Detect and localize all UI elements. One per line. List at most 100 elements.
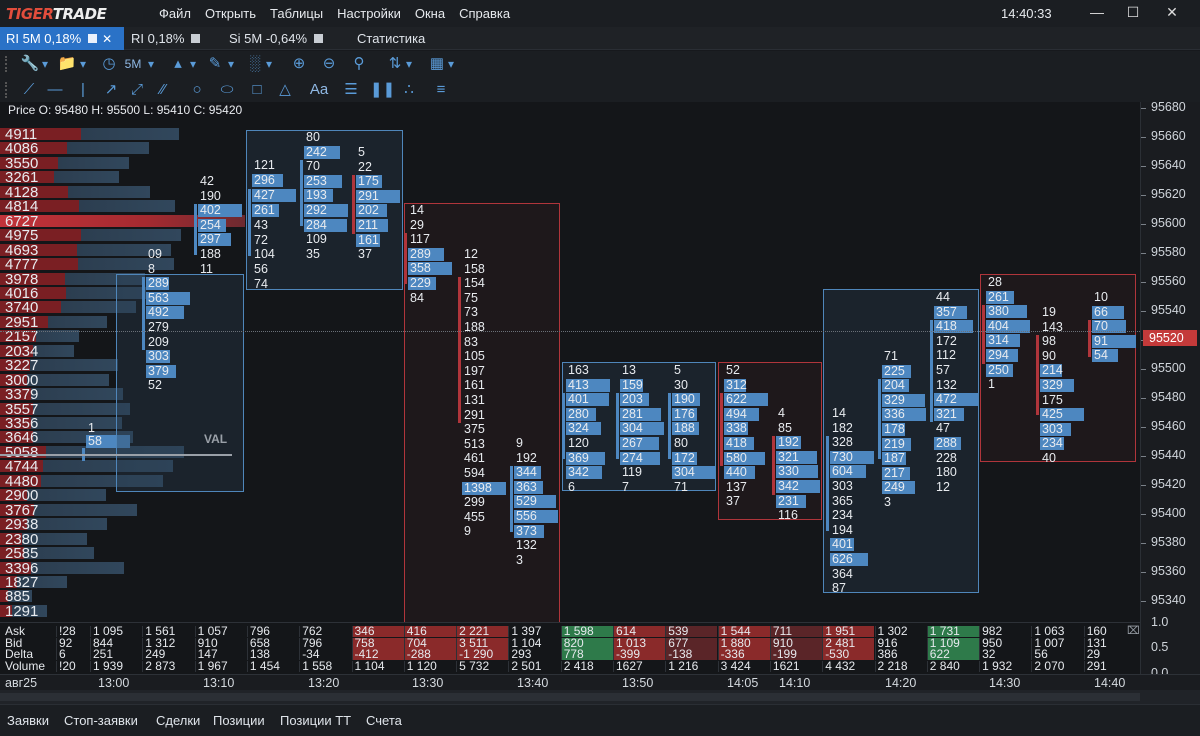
tab-trades[interactable]: Сделки [156, 713, 200, 728]
cluster-cell: 299 [464, 495, 485, 510]
timeframe-label[interactable]: 5M [120, 51, 146, 77]
chart-area[interactable]: 4911 4086 3550 3261 4128 4814 6727 4975 4693 4777… [0, 102, 1200, 622]
bar-chart-icon[interactable]: ░ [244, 51, 266, 77]
cluster-cell: 190 [200, 188, 221, 203]
volume-profile-label: 4016 [5, 284, 39, 302]
stats-cell: 416 [403, 626, 456, 637]
close-stats-icon[interactable]: ⌧ [1127, 624, 1140, 637]
clock-icon[interactable]: ◷ [98, 51, 120, 77]
vertical-line-icon[interactable]: | [72, 77, 94, 103]
price-axis-tick [1141, 137, 1146, 138]
scrollbar-thumb[interactable] [0, 693, 1140, 701]
cluster-cell: 513 [464, 436, 485, 451]
search-icon[interactable]: ⚲ [348, 51, 370, 77]
fib-levels-icon[interactable]: ☰ [340, 77, 362, 103]
stats-cell: 844 [90, 637, 142, 649]
chevron-down-icon[interactable]: ▾ [40, 51, 50, 77]
circle-icon[interactable]: ○ [186, 77, 208, 103]
cluster-cell: 225 [884, 363, 905, 378]
tab-ri[interactable]: RI 0,18% [125, 27, 221, 50]
chevron-down-icon[interactable]: ▾ [264, 51, 274, 77]
candle-body [248, 188, 251, 256]
tab-positions-tt[interactable]: Позиции ТТ [280, 713, 351, 728]
channel-icon[interactable]: ⁄⁄ [152, 77, 174, 103]
tab-si-5m[interactable]: Si 5M -0,64% [223, 27, 343, 50]
tab-close-icon[interactable]: ✕ [102, 32, 112, 46]
cluster-cell: 291 [464, 407, 485, 422]
cluster-cell: 132 [516, 538, 537, 553]
candle-body [982, 305, 985, 364]
chevron-down-icon[interactable]: ▾ [404, 51, 414, 77]
cluster-cell: 228 [936, 450, 957, 465]
calendar-icon[interactable]: ▦ [426, 51, 448, 77]
menu-help[interactable]: Справка [452, 6, 517, 21]
folder-icon[interactable]: 📁 [56, 51, 78, 77]
ellipse-icon[interactable]: ⬭ [214, 77, 240, 103]
tab-accounts[interactable]: Счета [366, 713, 402, 728]
align-icon[interactable]: ≡ [430, 77, 452, 103]
volume-profile-label: 2380 [5, 530, 39, 548]
rectangle-icon[interactable]: □ [246, 77, 268, 103]
candle-body [1036, 335, 1039, 416]
fan-icon[interactable]: ∴ [398, 77, 420, 103]
line-icon[interactable]: ⟋ [18, 77, 40, 103]
chevron-down-icon[interactable]: ▾ [188, 51, 198, 77]
candle-body [930, 320, 933, 423]
close-icon[interactable]: ✕ [1158, 4, 1186, 24]
chevron-down-icon[interactable]: ▾ [146, 51, 156, 77]
tab-ri-5m[interactable]: RI 5M 0,18% ✕ [0, 27, 124, 50]
wrench-icon[interactable]: 🔧 [18, 51, 42, 77]
arrow-icon[interactable]: ↗ [100, 77, 122, 103]
menu-tables[interactable]: Таблицы [263, 6, 330, 21]
cluster-cell: 330 [778, 464, 799, 479]
menu-file[interactable]: Файл [152, 6, 198, 21]
zoom-out-icon[interactable]: ⊖ [318, 51, 340, 77]
triangle-icon[interactable]: △ [274, 77, 296, 103]
time-label: 13:00 [98, 676, 130, 690]
chevron-down-icon[interactable]: ▾ [226, 51, 236, 77]
menu-windows[interactable]: Окна [408, 6, 452, 21]
cluster-cell: 418 [726, 436, 747, 450]
stats-cell: 2 873 [142, 660, 194, 672]
brush-icon[interactable]: ✎ [204, 51, 226, 77]
stats-cell: 2 070 [1031, 660, 1083, 672]
text-tool-icon[interactable]: Aa [306, 77, 332, 103]
stats-cell: 704 [403, 637, 456, 649]
toolbar-grip [5, 56, 9, 72]
tab-stop-orders[interactable]: Стоп-заявки [64, 713, 138, 728]
volume-profile-label: 4693 [5, 241, 39, 259]
tab-statistics[interactable]: Статистика [351, 27, 441, 50]
maximize-icon[interactable]: ☐ [1119, 4, 1147, 24]
stats-cell: 4 432 [822, 660, 874, 672]
stats-cell: 1 007 [1031, 637, 1083, 649]
cluster-cell: 192 [516, 450, 537, 465]
zoom-in-icon[interactable]: ⊕ [288, 51, 310, 77]
cluster-cell: 192 [778, 435, 799, 450]
time-label: 14:20 [885, 676, 917, 690]
stats-cell: 251 [90, 649, 142, 660]
volume-profile-label: 4975 [5, 227, 39, 245]
price-axis-tick [1141, 572, 1146, 573]
cluster-cell: 74 [254, 277, 268, 292]
price-axis-label: 95560 [1151, 274, 1186, 288]
price-axis[interactable]: 95680 95660 95640 95620 95600 95580 95560 95540… [1140, 102, 1200, 622]
chevron-down-icon[interactable]: ▾ [78, 51, 88, 77]
menu-settings[interactable]: Настройки [330, 6, 408, 21]
price-axis-tick [1141, 195, 1146, 196]
footprint-plot[interactable]: 4911 4086 3550 3261 4128 4814 6727 4975 4693 4777… [0, 102, 1140, 622]
time-axis[interactable]: авг25 13:00 13:10 13:20 13:30 13:40 13:5… [0, 674, 1200, 690]
horizontal-scrollbar[interactable] [0, 690, 1200, 704]
sort-icon[interactable]: ⇅ [384, 51, 406, 77]
cluster-cell: 37 [726, 494, 740, 509]
ray-icon[interactable]: ⤢ [126, 77, 148, 103]
chevron-down-icon[interactable]: ▾ [446, 51, 456, 77]
minimize-icon[interactable]: — [1083, 4, 1111, 24]
tab-positions[interactable]: Позиции [213, 713, 265, 728]
cluster-cell: 83 [464, 334, 478, 349]
menu-open[interactable]: Открыть [198, 6, 263, 21]
cluster-cell: 58 [88, 434, 102, 448]
area-chart-icon[interactable]: ▴ [166, 51, 190, 77]
fib-time-icon[interactable]: ❚❚ [370, 77, 395, 103]
tab-orders[interactable]: Заявки [7, 713, 49, 728]
horizontal-line-icon[interactable]: — [44, 77, 66, 103]
